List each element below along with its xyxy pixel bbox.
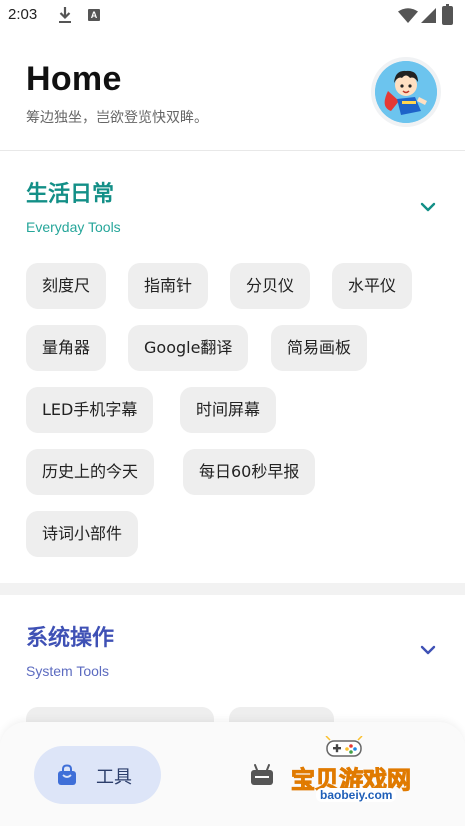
tool-chip-led-subtitle[interactable]: LED手机字幕 — [26, 387, 154, 433]
signal-icon — [421, 8, 436, 23]
section-subtitle-system: System Tools — [26, 663, 109, 679]
section-divider — [0, 583, 465, 595]
tool-chip-protractor[interactable]: 量角器 — [26, 325, 107, 371]
chevron-down-icon[interactable] — [419, 201, 437, 213]
robot-icon[interactable] — [250, 764, 274, 786]
header-divider — [0, 150, 465, 151]
watermark-domain: baobeiy.com — [316, 788, 397, 802]
section-title-everyday: 生活日常 — [26, 182, 115, 207]
nav-item-tools[interactable]: 工具 — [34, 746, 161, 804]
tool-chip-time-screen[interactable]: 时间屏幕 — [180, 387, 277, 433]
tool-chip-decibel-meter[interactable]: 分贝仪 — [230, 263, 311, 309]
avatar[interactable] — [371, 57, 441, 127]
tool-chip-daily-news[interactable]: 每日60秒早报 — [183, 449, 316, 495]
tool-chip-history-today[interactable]: 历史上的今天 — [26, 449, 155, 495]
chevron-down-icon[interactable] — [419, 644, 437, 656]
nav-item-tools-label: 工具 — [96, 767, 132, 788]
shopping-bag-icon — [58, 764, 76, 785]
tool-chip-sketchpad[interactable]: 简易画板 — [271, 325, 368, 371]
tool-chip-google-translate[interactable]: Google翻译 — [128, 325, 249, 371]
status-time: 2:03 — [8, 6, 38, 23]
tool-chip-ruler[interactable]: 刻度尺 — [26, 263, 107, 309]
section-title-system: 系统操作 — [26, 626, 115, 651]
gamepad-icon — [325, 736, 363, 757]
wifi-icon — [398, 8, 418, 23]
watermark-logo: 宝贝游戏网 baobeiy.com — [288, 736, 434, 810]
tool-chip-poetry-widget[interactable]: 诗词小部件 — [26, 511, 139, 557]
battery-icon — [442, 4, 453, 25]
cartoon-superhero-avatar-icon — [375, 61, 437, 123]
download-icon — [59, 7, 71, 23]
a-badge-icon: A — [88, 9, 100, 21]
section-subtitle-everyday: Everyday Tools — [26, 219, 121, 235]
tool-chip-level[interactable]: 水平仪 — [332, 263, 413, 309]
page-title: Home — [26, 60, 122, 98]
status-bar: 2:03 A — [0, 0, 465, 32]
page-subtitle: 筹边独坐，岂欲登览快双眸。 — [26, 110, 208, 126]
tool-chip-compass[interactable]: 指南针 — [128, 263, 209, 309]
